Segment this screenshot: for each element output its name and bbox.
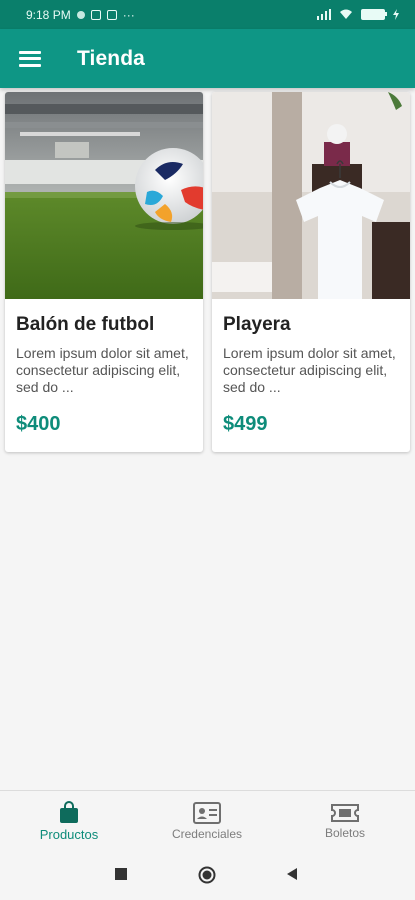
product-description: Lorem ipsum dolor sit amet, consectetur … xyxy=(16,345,189,395)
more-notifications-icon: ··· xyxy=(122,7,135,22)
home-icon[interactable] xyxy=(198,866,216,884)
nav-label: Boletos xyxy=(324,825,366,840)
whatsapp-icon xyxy=(76,10,85,19)
menu-icon[interactable] xyxy=(19,50,41,67)
nav-credenciales[interactable]: Credenciales xyxy=(138,791,276,851)
product-name: Playera xyxy=(223,314,291,335)
product-grid: Balón de futbol Lorem ipsum dolor sit am… xyxy=(0,88,415,790)
nav-boletos[interactable]: Boletos xyxy=(276,791,414,851)
page-title: Tienda xyxy=(77,46,145,70)
app-bar: Tienda xyxy=(0,29,415,88)
id-card-icon xyxy=(193,801,221,824)
shopping-bag-icon xyxy=(60,801,78,823)
wifi-icon xyxy=(340,9,352,19)
signal-icon xyxy=(317,9,331,20)
game-controller-icon xyxy=(90,9,101,20)
status-left: 9:18 PM ··· xyxy=(26,8,135,22)
system-navigation-bar xyxy=(0,850,415,900)
product-image-soccer-ball xyxy=(5,92,203,299)
mail-icon xyxy=(106,9,117,20)
product-price: $400 xyxy=(16,413,61,435)
bottom-navigation: Productos Credenciales Boletos xyxy=(0,790,415,850)
nav-label: Productos xyxy=(39,827,99,842)
product-card[interactable]: Balón de futbol Lorem ipsum dolor sit am… xyxy=(5,92,203,452)
product-name: Balón de futbol xyxy=(16,314,155,335)
back-icon[interactable] xyxy=(285,867,299,881)
product-image-tshirt xyxy=(212,92,410,299)
recent-apps-icon[interactable] xyxy=(114,867,128,881)
charging-icon xyxy=(393,9,399,20)
ticket-icon xyxy=(331,803,359,822)
product-card[interactable]: Playera Lorem ipsum dolor sit amet, cons… xyxy=(212,92,410,452)
nav-productos[interactable]: Productos xyxy=(0,791,138,851)
battery-icon xyxy=(361,9,387,20)
status-bar: 9:18 PM ··· xyxy=(0,0,415,29)
nav-label: Credenciales xyxy=(171,826,243,841)
status-right xyxy=(317,9,399,20)
product-price: $499 xyxy=(223,413,268,435)
product-description: Lorem ipsum dolor sit amet, consectetur … xyxy=(223,345,396,395)
status-time: 9:18 PM xyxy=(26,7,71,22)
